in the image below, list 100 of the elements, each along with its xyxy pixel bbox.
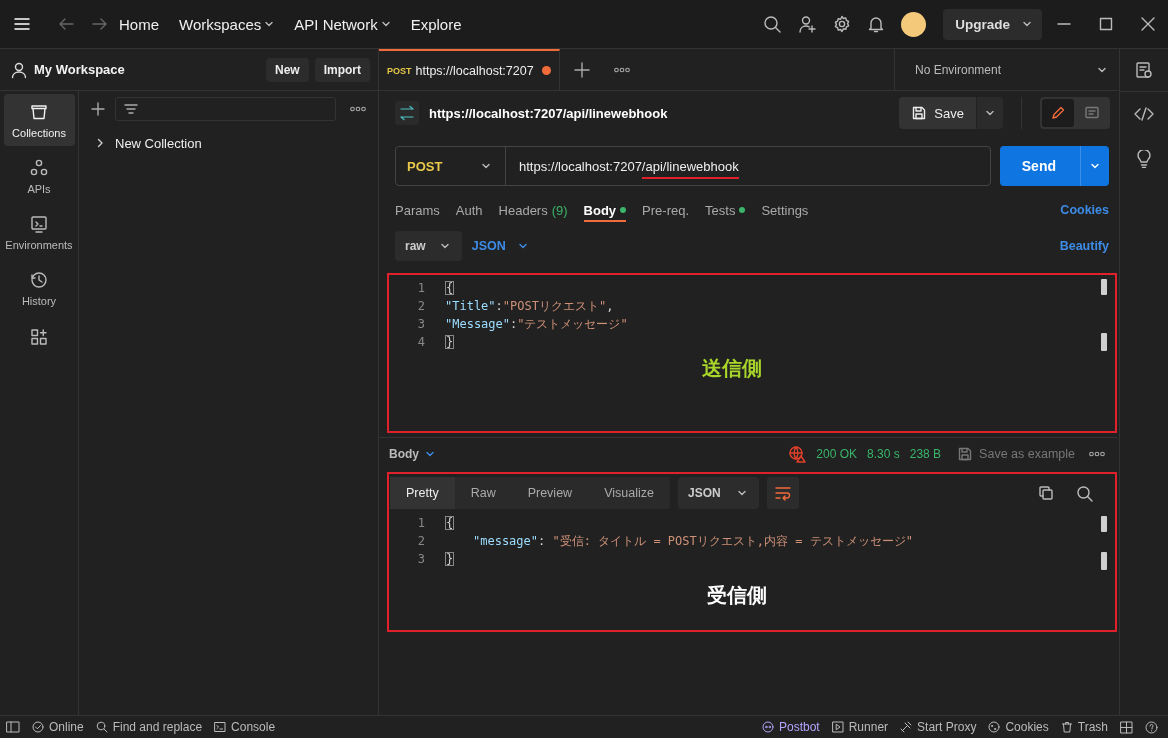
request-option-tab[interactable]: Headers (9) — [498, 200, 568, 220]
comment-icon[interactable] — [1084, 105, 1100, 121]
request-option-tab[interactable]: Params — [395, 200, 440, 220]
filter-icon — [124, 103, 138, 115]
more-icon[interactable] — [1089, 450, 1105, 457]
filter-field[interactable] — [115, 97, 336, 121]
more-icon[interactable] — [613, 66, 630, 73]
nav-menu-item[interactable]: Home — [110, 9, 168, 39]
sidebar-toggle-icon[interactable] — [6, 721, 20, 733]
add-icon[interactable] — [573, 61, 590, 78]
body-mode-dropdown[interactable]: raw — [395, 231, 462, 261]
search-icon[interactable] — [763, 15, 782, 33]
cookie-icon — [988, 721, 1001, 733]
caret-icon — [1090, 161, 1100, 171]
nav-menu-item[interactable]: Explore — [401, 9, 471, 39]
close-icon[interactable] — [1140, 16, 1156, 32]
copy-icon[interactable] — [1038, 484, 1054, 501]
nav-menu-item[interactable]: Workspaces — [170, 9, 284, 39]
response-view-tab[interactable]: Visualize — [588, 477, 670, 509]
network-error-icon — [788, 444, 807, 463]
environments-icon — [29, 213, 49, 234]
sidebar-item[interactable]: History — [3, 262, 75, 314]
forward-arrow-icon[interactable] — [92, 17, 108, 31]
cookies-link[interactable]: Cookies — [1060, 203, 1109, 217]
line-number: 2 — [416, 299, 425, 313]
request-option-tab[interactable]: Settings — [761, 200, 809, 220]
caret-icon — [517, 241, 528, 251]
status-bar-item[interactable]: Find and replace — [95, 720, 203, 734]
header-button[interactable]: New — [265, 57, 309, 82]
request-tab[interactable]: POST https://localhost:7207 — [379, 49, 560, 90]
format-dropdown[interactable]: JSON — [677, 477, 759, 509]
url-text[interactable]: https://localhost:7207/api/linewebhook — [506, 153, 739, 179]
lightbulb-icon[interactable] — [1136, 150, 1152, 168]
status-bar-item[interactable]: Start Proxy — [900, 720, 977, 734]
save-icon — [911, 105, 928, 121]
add-apps-icon[interactable] — [30, 328, 48, 346]
beautify-link[interactable]: Beautify — [1059, 239, 1109, 253]
request-option-tab[interactable]: Tests — [705, 200, 746, 220]
avatar[interactable] — [901, 11, 927, 37]
status-bar-item[interactable]: Online — [32, 720, 84, 734]
url-bar[interactable]: POST https://localhost:7207/api/linewebhook — [395, 146, 991, 186]
request-body-editor[interactable]: 1 { 2 "Title":"POSTリクエスト", 3 "Message":"テストメッセージ" 4 } 送信側 — [387, 273, 1117, 433]
request-option-tab[interactable]: Auth — [455, 200, 483, 220]
maximize-icon[interactable] — [1098, 16, 1114, 32]
upgrade-button[interactable]: Upgrade — [943, 8, 1042, 40]
sidebar-item[interactable]: APIs — [3, 150, 75, 202]
save-button[interactable]: Save — [899, 97, 976, 129]
back-arrow-icon[interactable] — [58, 17, 74, 31]
runner-icon — [831, 721, 844, 733]
collection-item[interactable]: New Collection — [91, 131, 366, 155]
caret-icon — [985, 108, 995, 118]
status-bar-item[interactable]: Postbot — [762, 720, 820, 734]
scrollbar-thumb[interactable] — [1101, 516, 1107, 532]
more-icon[interactable] — [350, 106, 366, 112]
caret-icon — [380, 19, 391, 29]
send-button[interactable]: Send — [999, 146, 1109, 186]
line-number: 3 — [416, 552, 425, 566]
history-icon — [29, 269, 49, 290]
save-as-example-button[interactable]: Save as example — [957, 445, 1075, 462]
unsaved-dot — [541, 66, 551, 75]
scrollbar-thumb[interactable] — [1101, 333, 1107, 351]
status-bar-item[interactable]: Cookies — [988, 720, 1049, 734]
search-icon[interactable] — [1076, 484, 1093, 502]
code-line: "Message":"テストメッセージ" — [445, 315, 628, 333]
code-icon[interactable] — [1134, 106, 1154, 122]
response-size: 238 B — [909, 446, 942, 461]
scrollbar-thumb[interactable] — [1101, 552, 1107, 570]
header-button[interactable]: Import — [314, 57, 370, 82]
settings-icon[interactable] — [833, 15, 852, 33]
sidebar-item[interactable]: Collections — [3, 94, 75, 146]
scrollbar-thumb[interactable] — [1101, 279, 1107, 295]
request-option-tab[interactable]: Body — [583, 198, 627, 222]
environment-dropdown[interactable]: No Environment — [894, 49, 1119, 90]
language-dropdown[interactable]: JSON — [471, 239, 528, 253]
add-icon[interactable] — [91, 102, 105, 116]
response-view-tab[interactable]: Preview — [511, 477, 589, 509]
menu-icon[interactable] — [14, 17, 30, 31]
response-time: 8.30 s — [867, 446, 900, 461]
status-bar-item[interactable]: Console — [214, 720, 276, 734]
response-view-tab[interactable]: Raw — [454, 477, 512, 509]
line-number: 1 — [416, 281, 425, 295]
response-body-label[interactable]: Body — [389, 446, 419, 461]
pencil-icon[interactable] — [1050, 105, 1066, 121]
wrap-lines-button[interactable] — [766, 477, 799, 509]
response-view-tab[interactable]: Pretty — [390, 477, 455, 509]
workspace-name[interactable]: My Workspace — [34, 62, 260, 77]
sidebar-item[interactable]: Environments — [3, 206, 75, 258]
layout-icon[interactable] — [1120, 720, 1133, 734]
method-dropdown[interactable]: POST — [396, 147, 506, 185]
request-option-tab[interactable]: Pre-req. — [642, 200, 690, 220]
line-number: 3 — [416, 317, 425, 331]
environment-quick-look-icon[interactable] — [1135, 61, 1153, 79]
add-user-icon[interactable] — [798, 15, 817, 33]
wrap-lines-icon — [773, 485, 792, 501]
annotation-label: 受信側 — [707, 582, 767, 609]
status-bar-item[interactable]: Trash — [1060, 720, 1108, 734]
notification-bell-icon[interactable] — [868, 15, 885, 33]
help-icon[interactable] — [1145, 720, 1158, 734]
nav-menu-item[interactable]: API Network — [285, 9, 400, 39]
status-bar-item[interactable]: Runner — [831, 720, 889, 734]
